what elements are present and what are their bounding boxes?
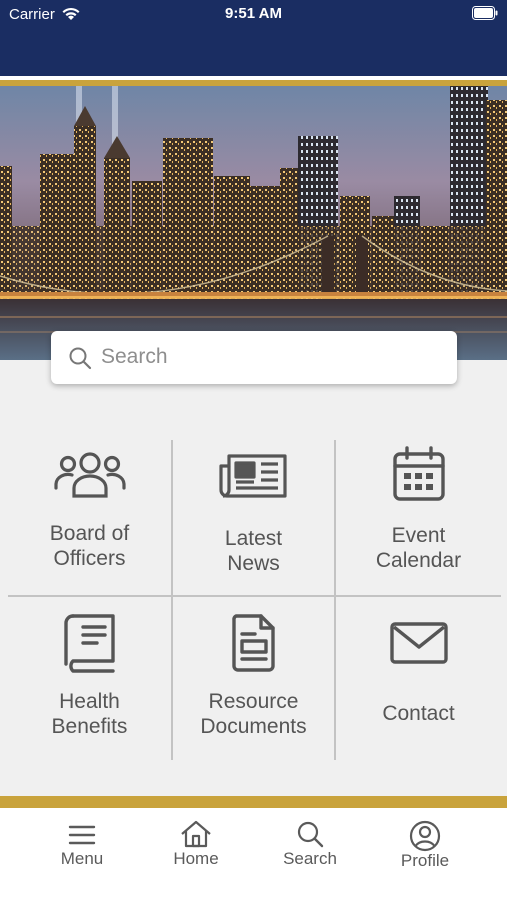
tile-label: Event Calendar bbox=[375, 524, 462, 572]
tile-label: Board of Officers bbox=[49, 522, 130, 570]
tab-profile[interactable]: Profile bbox=[370, 808, 480, 878]
hamburger-icon bbox=[68, 825, 96, 845]
tab-menu[interactable]: Menu bbox=[27, 808, 137, 878]
tab-label: Home bbox=[173, 849, 219, 868]
tab-home[interactable]: Home bbox=[141, 808, 251, 878]
tab-label: Profile bbox=[400, 851, 450, 870]
tab-search[interactable]: Search bbox=[255, 808, 365, 878]
tile-label: Latest News bbox=[224, 527, 283, 575]
search-icon bbox=[297, 821, 324, 848]
content-grid: Board of Officers Latest News Event Cale… bbox=[0, 360, 507, 796]
footer-gold-band bbox=[0, 796, 507, 808]
tile-label: Resource Documents bbox=[200, 690, 307, 738]
search-icon bbox=[69, 347, 92, 370]
tile-board-of-officers[interactable]: Board of Officers bbox=[8, 440, 171, 595]
clock: 9:51 AM bbox=[225, 5, 282, 22]
book-icon bbox=[63, 614, 115, 673]
hero-skyline-image bbox=[0, 86, 507, 360]
search-placeholder: Search bbox=[101, 345, 168, 368]
profile-icon bbox=[409, 820, 441, 852]
tab-label: Search bbox=[283, 849, 337, 868]
tile-contact[interactable]: Contact bbox=[336, 597, 501, 760]
tab-bar: Menu Home Search Profile bbox=[0, 808, 507, 900]
envelope-icon bbox=[389, 622, 448, 664]
tile-label: Health Benefits bbox=[51, 690, 128, 738]
home-icon bbox=[181, 820, 211, 848]
search-input[interactable]: Search bbox=[51, 331, 457, 384]
status-bar: Carrier 9:51 AM bbox=[0, 0, 507, 28]
tile-resource-documents[interactable]: Resource Documents bbox=[173, 597, 334, 760]
calendar-icon bbox=[392, 446, 445, 501]
tab-label: Menu bbox=[60, 849, 104, 868]
people-icon bbox=[53, 452, 126, 498]
tile-latest-news[interactable]: Latest News bbox=[173, 440, 334, 595]
navigation-bar bbox=[0, 28, 507, 76]
battery-icon bbox=[472, 6, 498, 20]
document-icon bbox=[231, 614, 275, 672]
tile-event-calendar[interactable]: Event Calendar bbox=[336, 440, 501, 595]
newspaper-icon bbox=[218, 454, 287, 498]
tile-label: Contact bbox=[382, 702, 455, 725]
tile-health-benefits[interactable]: Health Benefits bbox=[8, 597, 171, 760]
